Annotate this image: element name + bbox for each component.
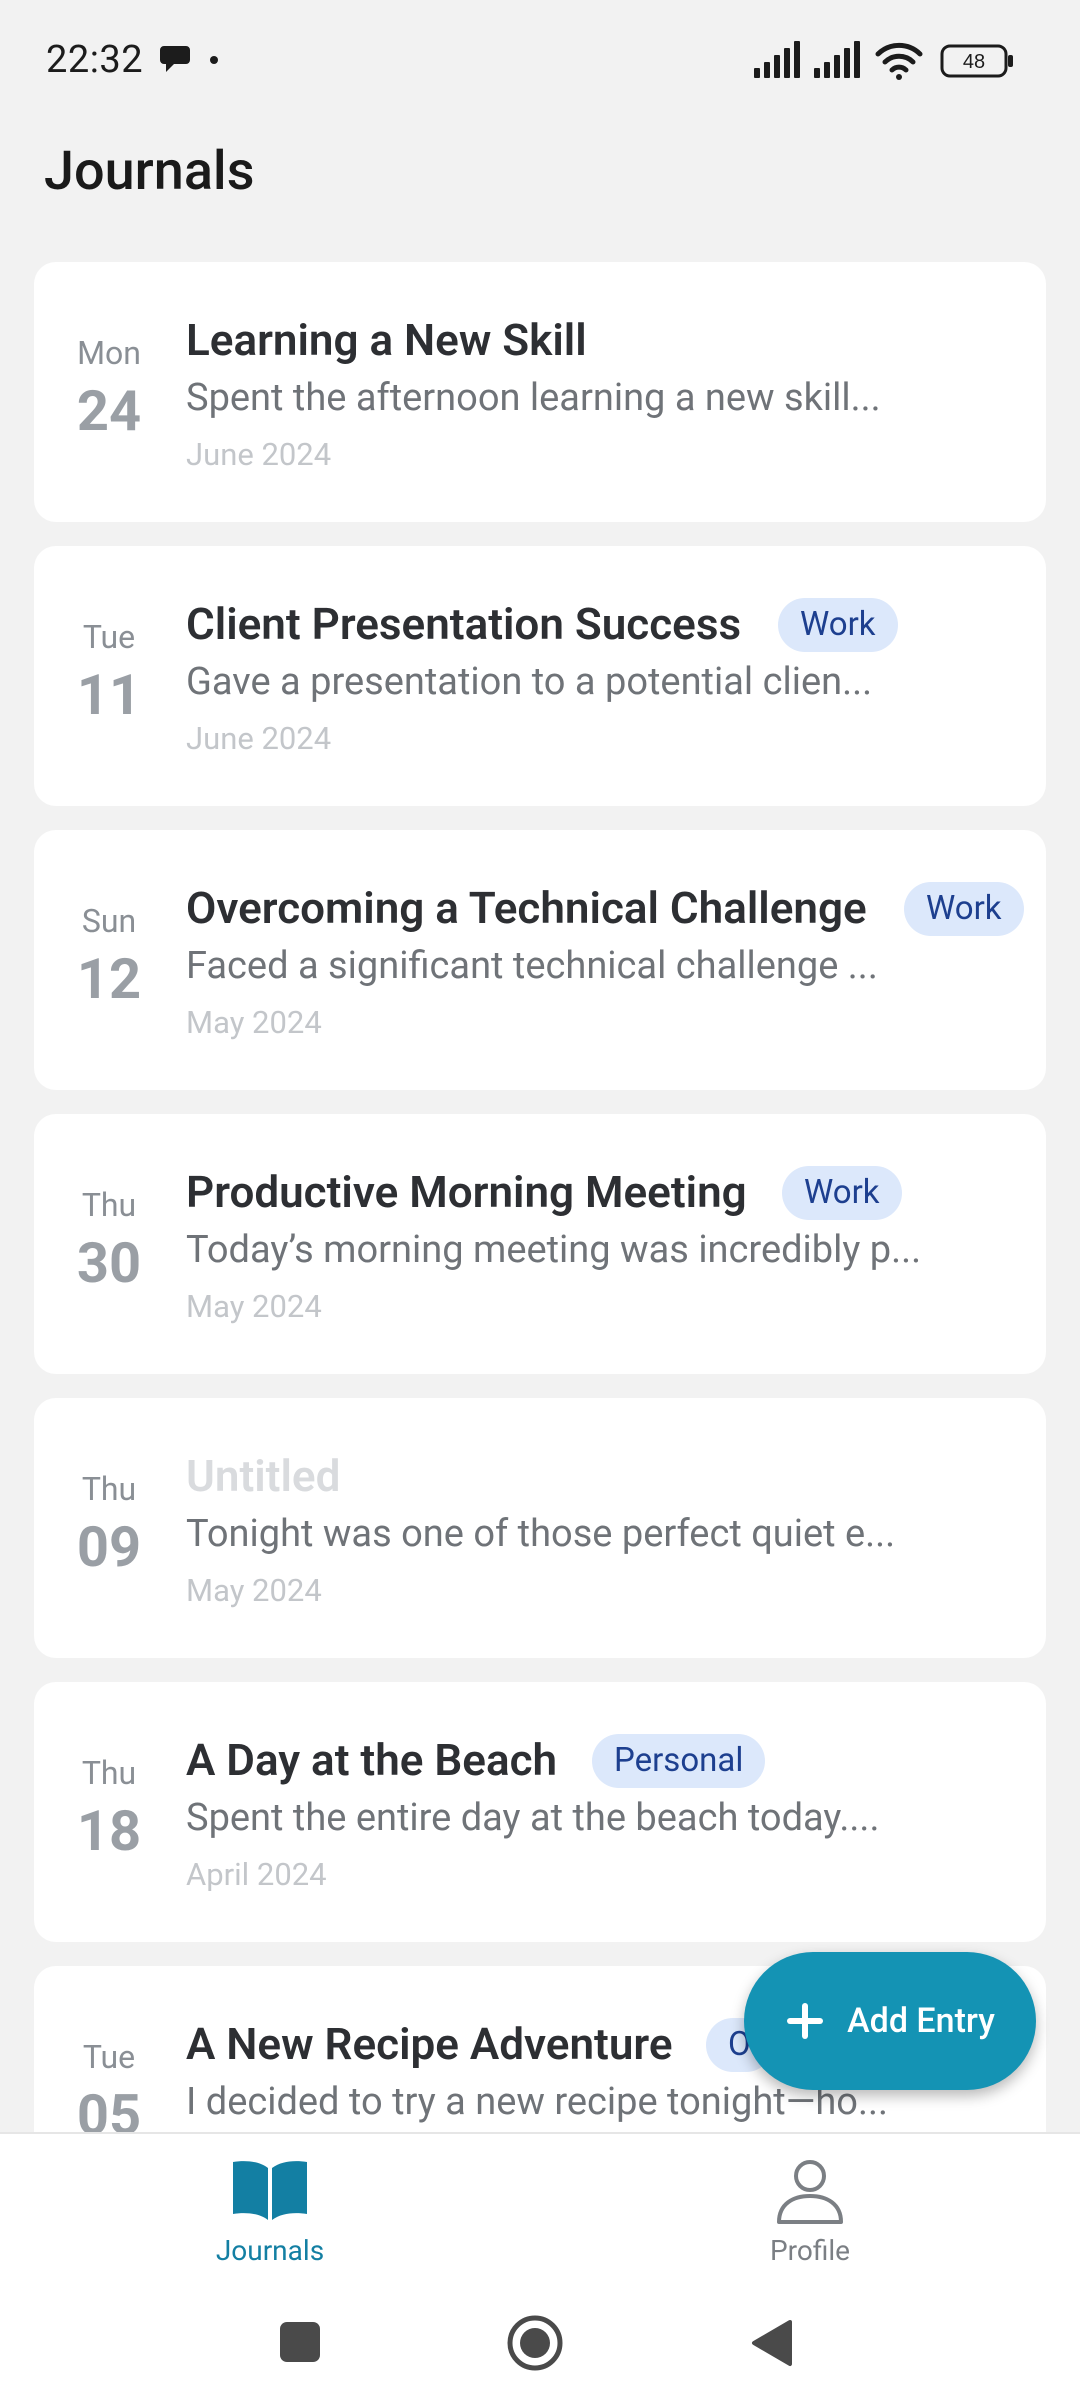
signal-icon bbox=[754, 41, 800, 78]
home-circle-icon[interactable] bbox=[506, 2314, 564, 2372]
entry-title: Untitled bbox=[186, 1450, 341, 1502]
entry-weekday: Mon bbox=[77, 334, 141, 372]
entry-day-number: 30 bbox=[76, 1230, 142, 1296]
entry-tag: Work bbox=[782, 1166, 902, 1220]
entry-title: A Day at the Beach bbox=[186, 1734, 558, 1786]
entry-snippet: Spent the entire day at the beach today.… bbox=[186, 1796, 880, 1840]
entry-snippet: Tonight was one of those perfect quiet e… bbox=[186, 1512, 896, 1556]
entry-title: Learning a New Skill bbox=[186, 314, 587, 366]
entry-day-number: 24 bbox=[76, 378, 142, 444]
entry-snippet: Spent the afternoon learning a new skill… bbox=[186, 376, 881, 420]
chat-bubble-icon bbox=[160, 46, 190, 72]
status-icons: 48 bbox=[754, 41, 1013, 80]
entry-tag: Work bbox=[778, 598, 898, 652]
entry-snippet: Gave a presentation to a potential clien… bbox=[186, 660, 873, 704]
system-navigation-bar bbox=[0, 2284, 1080, 2400]
entry-title: Productive Morning Meeting bbox=[186, 1166, 747, 1218]
page-title: Journals bbox=[44, 140, 255, 203]
entry-month: June 2024 bbox=[186, 436, 332, 473]
entry-weekday: Tue bbox=[82, 2038, 136, 2076]
bottom-navigation: Journals Profile bbox=[0, 2132, 1080, 2284]
entry-day-number: 12 bbox=[76, 946, 142, 1012]
add-entry-label: Add Entry bbox=[847, 2001, 995, 2041]
add-entry-button[interactable]: Add Entry bbox=[744, 1952, 1036, 2090]
entry-title: Overcoming a Technical Challenge bbox=[186, 882, 867, 934]
entry-weekday: Thu bbox=[81, 1470, 137, 1508]
entry-day-number: 05 bbox=[76, 2082, 142, 2132]
journal-entry-card[interactable]: Tue 11 Client Presentation Success Work … bbox=[34, 546, 1046, 806]
svg-text:48: 48 bbox=[963, 51, 985, 73]
journal-entry-card[interactable]: Mon 24 Learning a New Skill Spent the af… bbox=[34, 262, 1046, 522]
entry-tag: Work bbox=[904, 882, 1024, 936]
plus-icon bbox=[787, 2003, 824, 2039]
journal-entry-card[interactable]: Thu 09 Untitled Tonight was one of those… bbox=[34, 1398, 1046, 1658]
back-triangle-icon[interactable] bbox=[750, 2318, 794, 2368]
journal-entry-card[interactable]: Thu 18 A Day at the Beach Personal Spent… bbox=[34, 1682, 1046, 1942]
nav-journals[interactable]: Journals bbox=[120, 2134, 420, 2286]
journal-list[interactable]: Mon 24 Learning a New Skill Spent the af… bbox=[34, 262, 1046, 2132]
entry-month: April 2024 bbox=[186, 1856, 327, 1893]
entry-snippet: Today’s morning meeting was incredibly p… bbox=[186, 1228, 922, 1272]
book-icon bbox=[233, 2161, 307, 2220]
journal-entry-card[interactable]: Sun 12 Overcoming a Technical Challenge … bbox=[34, 830, 1046, 1090]
person-icon bbox=[777, 2160, 843, 2224]
battery-icon: 48 bbox=[940, 44, 1013, 78]
entry-month: May 2024 bbox=[186, 1004, 322, 1041]
nav-profile-label: Profile bbox=[769, 2234, 851, 2267]
entry-title: Client Presentation Success bbox=[186, 598, 742, 650]
notification-dot bbox=[210, 56, 218, 64]
status-time: 22:32 bbox=[46, 38, 144, 82]
wifi-icon bbox=[875, 42, 923, 80]
entry-month: June 2024 bbox=[186, 720, 332, 757]
entry-title: A New Recipe Adventure bbox=[186, 2018, 673, 2070]
entry-snippet: Faced a significant technical challenge … bbox=[186, 944, 878, 988]
status-bar: 22:32 48 bbox=[0, 0, 1080, 120]
entry-month: May 2024 bbox=[186, 1572, 322, 1609]
nav-journals-label: Journals bbox=[215, 2234, 325, 2267]
entry-weekday: Thu bbox=[81, 1186, 137, 1224]
entry-tag: Personal bbox=[592, 1734, 766, 1788]
journal-entry-card[interactable]: Thu 30 Productive Morning Meeting Work T… bbox=[34, 1114, 1046, 1374]
entry-day-number: 09 bbox=[76, 1514, 142, 1580]
nav-profile[interactable]: Profile bbox=[660, 2134, 960, 2286]
recents-square-icon[interactable] bbox=[278, 2320, 322, 2364]
entry-weekday: Sun bbox=[81, 902, 137, 940]
signal-icon bbox=[814, 41, 860, 78]
journals-screen: 22:32 48 Journals Mon 24 Learning a New … bbox=[0, 0, 1080, 2400]
entry-snippet: I decided to try a new recipe tonight—ho… bbox=[186, 2080, 889, 2124]
entry-day-number: 18 bbox=[76, 1798, 142, 1864]
entry-day-number: 11 bbox=[76, 662, 142, 728]
entry-weekday: Thu bbox=[81, 1754, 137, 1792]
entry-month: May 2024 bbox=[186, 1288, 322, 1325]
entry-weekday: Tue bbox=[82, 618, 136, 656]
